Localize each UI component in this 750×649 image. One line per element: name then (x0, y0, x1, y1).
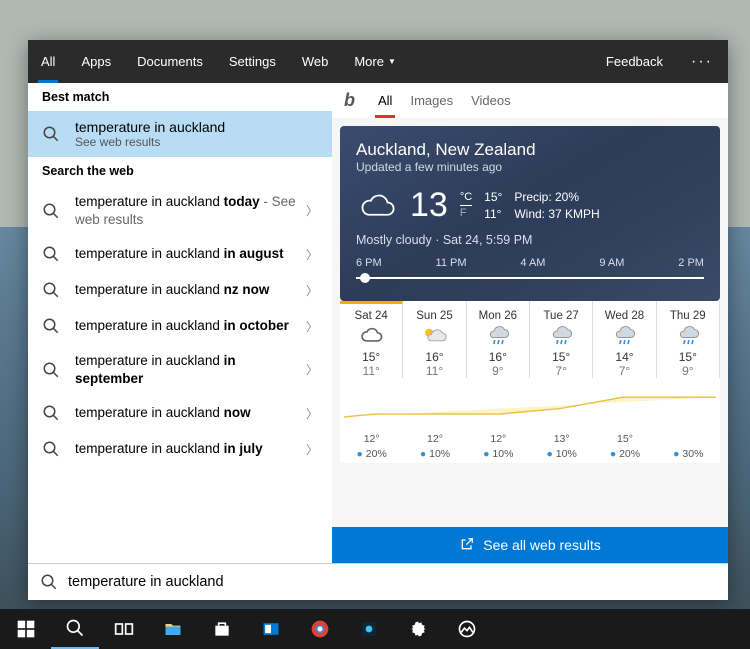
tab-settings[interactable]: Settings (216, 40, 289, 83)
feedback-link[interactable]: Feedback (593, 40, 676, 83)
best-match-title: temperature in auckland (75, 119, 225, 135)
cloud-icon (356, 191, 398, 221)
search-results-window: All Apps Documents Settings Web More Fee… (28, 40, 728, 600)
preview-tab-videos[interactable]: Videos (462, 83, 520, 118)
store-icon[interactable] (198, 609, 246, 649)
search-icon (42, 245, 60, 263)
search-icon (42, 125, 60, 143)
web-suggestion[interactable]: temperature in auckland in october 〉 (28, 308, 332, 344)
web-suggestion[interactable]: temperature in auckland in july 〉 (28, 431, 332, 467)
cloud-icon (358, 325, 384, 347)
tab-documents[interactable]: Documents (124, 40, 216, 83)
weather-card: Auckland, New Zealand Updated a few minu… (340, 126, 720, 301)
preview-tab-all[interactable]: All (369, 83, 401, 118)
outlook-icon[interactable] (247, 609, 295, 649)
start-button[interactable] (2, 609, 50, 649)
photos-icon[interactable] (443, 609, 491, 649)
tab-web[interactable]: Web (289, 40, 342, 83)
chevron-right-icon: 〉 (306, 282, 318, 299)
hi-lo: 15°11° (484, 189, 502, 223)
app-icon[interactable] (345, 609, 393, 649)
forecast-day[interactable]: Sun 2516°11° (403, 301, 466, 378)
weather-updated: Updated a few minutes ago (356, 160, 704, 174)
task-view-button[interactable] (100, 609, 148, 649)
tab-all[interactable]: All (28, 40, 68, 83)
more-options-button[interactable]: ··· (676, 53, 728, 71)
partly-icon (421, 325, 447, 347)
chevron-right-icon: 〉 (306, 202, 318, 219)
web-suggestion[interactable]: temperature in auckland today - See web … (28, 185, 332, 236)
web-suggestion[interactable]: temperature in auckland in september 〉 (28, 344, 332, 395)
chevron-right-icon: 〉 (306, 318, 318, 335)
slider-thumb[interactable] (360, 273, 370, 283)
results-list: Best match temperature in auckland See w… (28, 83, 332, 563)
tab-more[interactable]: More (341, 40, 409, 83)
file-explorer-icon[interactable] (149, 609, 197, 649)
taskbar (0, 609, 750, 649)
chevron-right-icon: 〉 (306, 361, 318, 378)
best-match-item[interactable]: temperature in auckland See web results (28, 111, 332, 157)
weather-condition: Mostly cloudy · Sat 24, 5:59 PM (356, 233, 704, 247)
temp-trend-chart (340, 378, 720, 433)
weather-extra: Precip: 20%Wind: 37 KMPH (514, 189, 599, 223)
search-icon (42, 440, 60, 458)
rain-icon (548, 325, 574, 347)
forecast-day[interactable]: Mon 2616°9° (467, 301, 530, 378)
taskbar-search-button[interactable] (51, 609, 99, 649)
forecast-day[interactable]: Tue 2715°7° (530, 301, 593, 378)
preview-pane: b All Images Videos Auckland, New Zealan… (332, 83, 728, 563)
hourly-slider[interactable]: 6 PM11 PM4 AM9 AM2 PM (356, 257, 704, 289)
chevron-right-icon: 〉 (306, 246, 318, 263)
web-suggestion[interactable]: temperature in auckland nz now 〉 (28, 272, 332, 308)
bing-logo-icon: b (344, 90, 355, 111)
tab-apps[interactable]: Apps (68, 40, 124, 83)
search-icon (42, 202, 60, 220)
search-icon (42, 404, 60, 422)
preview-tab-images[interactable]: Images (401, 83, 462, 118)
best-match-subtitle: See web results (75, 135, 225, 149)
see-all-web-results-button[interactable]: See all web results (332, 527, 728, 563)
open-link-icon (459, 536, 475, 555)
search-web-header: Search the web (28, 157, 332, 185)
forecast-day[interactable]: Sat 2415°11° (340, 301, 403, 378)
search-input[interactable] (68, 574, 728, 590)
search-icon (42, 281, 60, 299)
web-suggestion[interactable]: temperature in auckland now 〉 (28, 395, 332, 431)
search-icon (42, 361, 60, 379)
rain-icon (611, 325, 637, 347)
top-tab-bar: All Apps Documents Settings Web More Fee… (28, 40, 728, 83)
chrome-icon[interactable] (296, 609, 344, 649)
rain-icon (675, 325, 701, 347)
search-icon (42, 317, 60, 335)
current-temp: 13 (410, 186, 448, 225)
forecast-day[interactable]: Wed 2814°7° (593, 301, 656, 378)
rain-icon (485, 325, 511, 347)
settings-icon[interactable] (394, 609, 442, 649)
chevron-right-icon: 〉 (306, 405, 318, 422)
web-suggestion[interactable]: temperature in auckland in august 〉 (28, 236, 332, 272)
chevron-right-icon: 〉 (306, 441, 318, 458)
forecast-row: Sat 2415°11°Sun 2516°11°Mon 2616°9°Tue 2… (340, 301, 720, 378)
forecast-day[interactable]: Thu 2915°9° (657, 301, 720, 378)
search-icon (40, 573, 58, 591)
precip-trend-labels: ● 20%● 10%● 10%● 10%● 20%● 30% (340, 445, 720, 463)
weather-location: Auckland, New Zealand (356, 140, 704, 160)
unit-toggle[interactable]: °CF (460, 191, 472, 220)
best-match-header: Best match (28, 83, 332, 111)
search-input-bar[interactable] (28, 563, 728, 600)
preview-tab-bar: b All Images Videos (332, 83, 728, 118)
